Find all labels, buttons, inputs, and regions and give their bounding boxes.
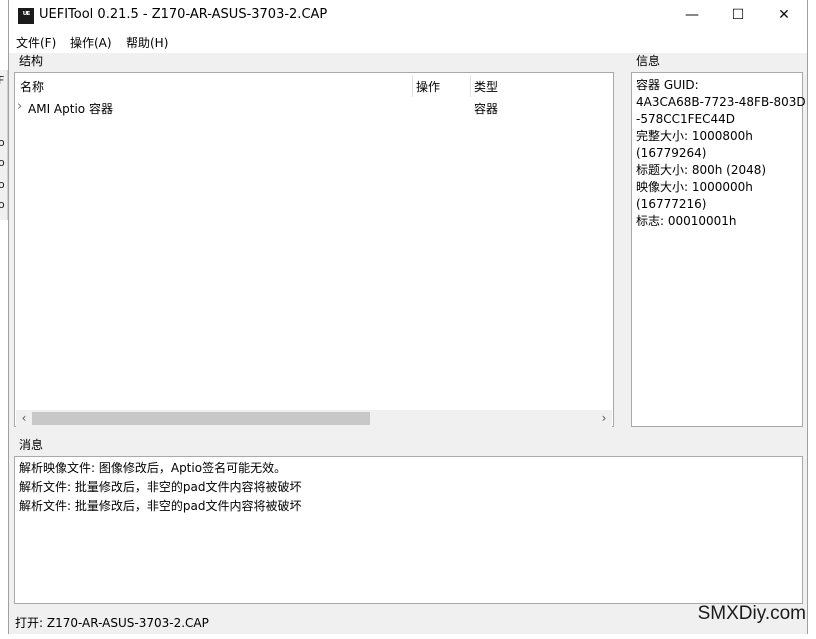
bleed-char: F xyxy=(0,74,5,87)
app-icon: ᵁᴱ xyxy=(18,8,34,24)
menu-action[interactable]: 操作(A) xyxy=(70,34,112,51)
title-bar[interactable]: ᵁᴱ UEFITool 0.21.5 - Z170-AR-ASUS-3703-2… xyxy=(9,0,807,31)
tree-item-name: AMI Aptio 容器 xyxy=(28,102,113,116)
bleed-char: o xyxy=(0,198,5,211)
structure-tree[interactable]: 名称 操作 类型 › AMI Aptio 容器 容器 ‹ › xyxy=(14,72,614,427)
messages-list[interactable]: 解析映像文件: 图像修改后，Aptio签名可能无效。 解析文件: 批量修改后，非… xyxy=(14,456,803,604)
info-line: 映像大小: 1000000h xyxy=(636,180,753,194)
uefitool-window: ᵁᴱ UEFITool 0.21.5 - Z170-AR-ASUS-3703-2… xyxy=(8,0,808,634)
bleed-char: o xyxy=(0,178,5,191)
info-line: 完整大小: 1000800h xyxy=(636,129,753,143)
bleed-char: o xyxy=(0,156,5,169)
column-header-action[interactable]: 操作 xyxy=(416,78,440,95)
horizontal-scrollbar[interactable]: ‹ › xyxy=(16,410,612,427)
menu-file[interactable]: 文件(F) xyxy=(16,34,56,51)
maximize-button[interactable]: ☐ xyxy=(715,0,761,31)
scroll-right-icon[interactable]: › xyxy=(596,410,612,427)
info-line: -578CC1FEC44D xyxy=(636,112,735,126)
info-group-label: 信息 xyxy=(636,54,661,68)
info-panel[interactable]: 容器 GUID: 4A3CA68B-7723-48FB-803D -578CC1… xyxy=(631,72,806,427)
column-divider[interactable] xyxy=(412,75,413,97)
messages-group-label: 消息 xyxy=(19,438,44,452)
scrollbar-thumb[interactable] xyxy=(32,412,370,425)
message-item[interactable]: 解析文件: 批量修改后，非空的pad文件内容将被破坏 xyxy=(19,497,301,516)
message-item[interactable]: 解析文件: 批量修改后，非空的pad文件内容将被破坏 xyxy=(19,478,301,497)
window-title: UEFITool 0.21.5 - Z170-AR-ASUS-3703-2.CA… xyxy=(39,7,328,22)
info-line: 标题大小: 800h (2048) xyxy=(636,163,767,177)
column-header-name[interactable]: 名称 xyxy=(20,78,44,95)
status-text: 打开: Z170-AR-ASUS-3703-2.CAP xyxy=(15,616,209,630)
watermark: SMXDiy.com xyxy=(697,603,806,624)
column-header-type[interactable]: 类型 xyxy=(474,78,498,95)
info-line: 容器 GUID: xyxy=(636,78,699,92)
menu-bar: 文件(F) 操作(A) 帮助(H) xyxy=(9,31,807,53)
close-button[interactable]: ✕ xyxy=(761,0,807,31)
expand-chevron-icon[interactable]: › xyxy=(17,99,22,114)
info-line: 4A3CA68B-7723-48FB-803D xyxy=(636,95,806,109)
info-line: 标志: 00010001h xyxy=(636,214,737,228)
tree-row[interactable]: › AMI Aptio 容器 容器 xyxy=(15,99,613,117)
status-bar: 打开: Z170-AR-ASUS-3703-2.CAP xyxy=(9,610,807,634)
info-line: (16777216) xyxy=(636,197,707,211)
structure-group-label: 结构 xyxy=(19,54,44,68)
minimize-button[interactable]: — xyxy=(669,0,715,31)
menu-help[interactable]: 帮助(H) xyxy=(126,34,168,51)
column-divider[interactable] xyxy=(470,75,471,97)
bleed-char: o xyxy=(0,136,5,149)
scroll-left-icon[interactable]: ‹ xyxy=(16,410,32,427)
info-line: (16779264) xyxy=(636,146,707,160)
background-window-edge: F o o o o xyxy=(0,70,8,220)
message-item[interactable]: 解析映像文件: 图像修改后，Aptio签名可能无效。 xyxy=(19,459,286,478)
tree-item-type: 容器 xyxy=(474,102,499,116)
